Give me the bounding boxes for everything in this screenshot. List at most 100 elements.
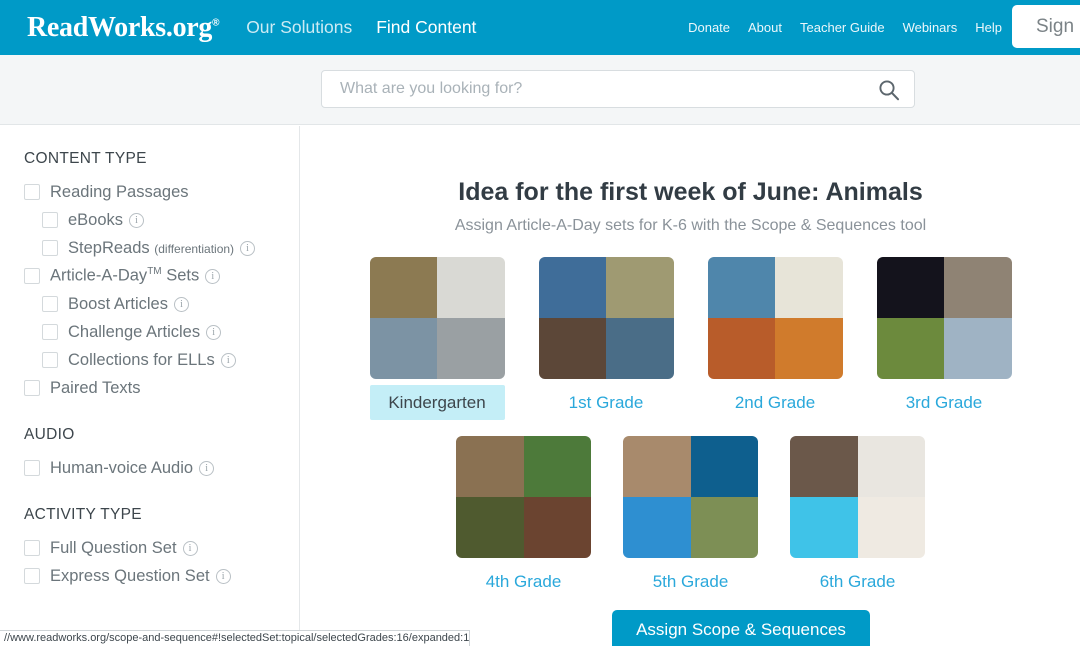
grade-card-3rd-grade[interactable]: 3rd Grade (876, 257, 1012, 420)
checkbox-icon[interactable] (42, 240, 58, 256)
grade-label: 5th Grade (652, 572, 729, 591)
checkbox-icon[interactable] (42, 352, 58, 368)
grade-grid-row-1: Kindergarten 1st Grade 2nd Grade 3rd Gra… (301, 257, 1080, 420)
info-icon[interactable]: i (205, 268, 221, 284)
grade-collage (538, 257, 674, 379)
collage-tile (623, 497, 691, 558)
page-subtitle: Assign Article-A-Day sets for K-6 with t… (454, 217, 927, 234)
grade-label: 3rd Grade (905, 393, 983, 412)
collage-tile (876, 257, 944, 318)
info-icon[interactable]: i (129, 212, 145, 228)
grade-collage (876, 257, 1012, 379)
collage-tile (456, 497, 524, 558)
browser-page: ReadWorks.org® Our Solutions Find Conten… (0, 0, 1080, 646)
collage-tile (707, 318, 775, 379)
filter-challenge-articles[interactable]: Challenge Articles i (42, 318, 299, 346)
info-icon[interactable]: i (240, 240, 256, 256)
filter-boost-articles[interactable]: Boost Articles i (42, 290, 299, 318)
filter-label: Human-voice Audio (50, 458, 194, 477)
info-icon[interactable]: i (173, 296, 189, 312)
filter-label: Reading Passages (50, 182, 189, 201)
filter-group-title-audio: AUDIO (24, 426, 75, 443)
filter-human-voice-audio[interactable]: Human-voice Audio i (24, 454, 299, 482)
checkbox-icon[interactable] (42, 212, 58, 228)
checkbox-icon[interactable] (24, 380, 40, 396)
checkbox-icon[interactable] (42, 324, 58, 340)
filter-label: Article-A-DayTM Sets (50, 266, 200, 285)
nav-about[interactable]: About (748, 20, 782, 35)
filter-stepreads[interactable]: StepReads (differentiation) i (42, 234, 299, 262)
collage-tile (690, 497, 758, 558)
filter-label: Express Question Set (50, 566, 210, 585)
checkbox-icon[interactable] (24, 268, 40, 284)
grade-card-1st-grade[interactable]: 1st Grade (538, 257, 674, 420)
info-icon[interactable]: i (199, 460, 215, 476)
checkbox-icon[interactable] (24, 540, 40, 556)
brand-text: ReadWorks.org (27, 11, 213, 43)
collage-tile (707, 257, 775, 318)
nav-donate[interactable]: Donate (688, 20, 730, 35)
filter-collections-for-ells[interactable]: Collections for ELLs i (42, 346, 299, 374)
nav-find-content[interactable]: Find Content (376, 17, 476, 38)
filter-label: StepReads (differentiation) (68, 238, 235, 257)
filter-full-question-set[interactable]: Full Question Set i (24, 534, 299, 562)
search-box[interactable] (321, 70, 915, 108)
filter-label: Full Question Set (50, 538, 177, 557)
filter-group-title-activity-type: ACTIVITY TYPE (24, 506, 142, 523)
site-header: ReadWorks.org® Our Solutions Find Conten… (0, 0, 1080, 55)
collage-tile (944, 318, 1012, 379)
main-content: Idea for the first week of June: Animals… (301, 126, 1080, 646)
filter-ebooks[interactable]: eBooks i (42, 206, 299, 234)
filter-group-title-content-type: CONTENT TYPE (24, 150, 147, 167)
sign-up-button[interactable]: Sign Up (1012, 5, 1080, 48)
filter-article-a-day-sets[interactable]: Article-A-DayTM Sets i (24, 262, 299, 290)
info-icon[interactable]: i (182, 540, 198, 556)
grade-card-2nd-grade[interactable]: 2nd Grade (707, 257, 843, 420)
grade-grid-row-2: 4th Grade 5th Grade 6th Grade (301, 436, 1080, 599)
filter-label: Collections for ELLs (68, 350, 215, 369)
collage-tile (690, 436, 758, 497)
collage-tile (369, 257, 437, 318)
grade-card-6th-grade[interactable]: 6th Grade (790, 436, 925, 599)
filter-label: Paired Texts (50, 378, 141, 397)
collage-tile (538, 318, 606, 379)
nav-teacher-guide[interactable]: Teacher Guide (800, 20, 885, 35)
search-icon[interactable] (878, 79, 900, 101)
info-icon[interactable]: i (206, 324, 222, 340)
assign-scope-sequences-button[interactable]: Assign Scope & Sequences (612, 610, 870, 646)
info-icon[interactable]: i (220, 352, 236, 368)
filters-sidebar: CONTENT TYPE Reading Passages eBooks i S… (0, 126, 300, 646)
collage-tile (944, 257, 1012, 318)
site-logo[interactable]: ReadWorks.org® (27, 12, 219, 44)
grade-card-5th-grade[interactable]: 5th Grade (623, 436, 758, 599)
nav-our-solutions[interactable]: Our Solutions (246, 17, 352, 38)
collage-tile (437, 257, 505, 318)
filter-express-question-set[interactable]: Express Question Set i (24, 562, 299, 590)
grade-label: 2nd Grade (734, 393, 816, 412)
nav-help[interactable]: Help (975, 20, 1002, 35)
checkbox-icon[interactable] (42, 296, 58, 312)
grade-card-kindergarten[interactable]: Kindergarten (369, 257, 505, 420)
checkbox-icon[interactable] (24, 184, 40, 200)
collage-tile (790, 497, 858, 558)
collage-tile (538, 257, 606, 318)
collage-tile (790, 436, 858, 497)
primary-nav: Our Solutions Find Content (246, 17, 476, 38)
collage-tile (369, 318, 437, 379)
grade-label: 6th Grade (819, 572, 896, 591)
filter-paired-texts[interactable]: Paired Texts (24, 374, 299, 402)
filter-reading-passages[interactable]: Reading Passages (24, 178, 299, 206)
info-icon[interactable]: i (215, 568, 231, 584)
filter-label: eBooks (68, 210, 124, 229)
grade-card-4th-grade[interactable]: 4th Grade (456, 436, 591, 599)
collage-tile (857, 497, 925, 558)
page-title: Idea for the first week of June: Animals (458, 178, 923, 206)
checkbox-icon[interactable] (24, 460, 40, 476)
checkbox-icon[interactable] (24, 568, 40, 584)
grade-collage (623, 436, 758, 558)
grade-label: Kindergarten (369, 385, 505, 420)
search-input[interactable] (340, 71, 860, 107)
collage-tile (523, 436, 591, 497)
nav-webinars[interactable]: Webinars (903, 20, 958, 35)
filter-label: Boost Articles (68, 294, 168, 313)
